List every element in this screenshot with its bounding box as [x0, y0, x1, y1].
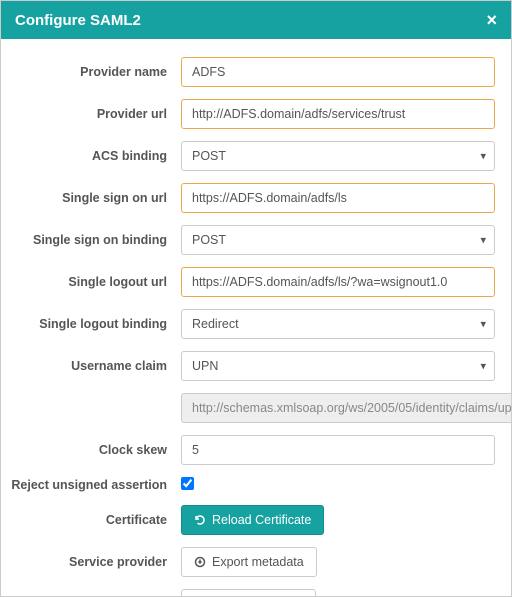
label-acs-binding: ACS binding: [11, 149, 181, 163]
checkbox-reject-unsigned[interactable]: [181, 477, 194, 490]
row-sso-url: Single sign on url: [11, 183, 495, 213]
row-username-claim-uri: http://schemas.xmlsoap.org/ws/2005/05/id…: [11, 393, 495, 423]
input-slo-url[interactable]: [181, 267, 495, 297]
readonly-username-claim-uri: http://schemas.xmlsoap.org/ws/2005/05/id…: [181, 393, 511, 423]
download-icon: [194, 556, 206, 568]
row-slo-binding: Single logout binding Redirect: [11, 309, 495, 339]
label-slo-url: Single logout url: [11, 275, 181, 289]
input-sso-url[interactable]: [181, 183, 495, 213]
label-service-provider: Service provider: [11, 555, 181, 569]
modal-title: Configure SAML2: [15, 12, 141, 29]
row-slo-url: Single logout url: [11, 267, 495, 297]
row-provider-name: Provider name: [11, 57, 495, 87]
modal-body: Provider name Provider url ACS binding P…: [1, 39, 511, 596]
modal-dialog: Configure SAML2 × Provider name Provider…: [0, 0, 512, 597]
input-clock-skew[interactable]: [181, 435, 495, 465]
select-acs-binding[interactable]: POST: [181, 141, 495, 171]
select-sso-binding[interactable]: POST: [181, 225, 495, 255]
label-provider-url: Provider url: [11, 107, 181, 121]
row-reject-unsigned: Reject unsigned assertion: [11, 477, 495, 493]
row-clock-skew: Clock skew: [11, 435, 495, 465]
label-provider-name: Provider name: [11, 65, 181, 79]
row-acs-binding: ACS binding POST: [11, 141, 495, 171]
reload-certificate-button[interactable]: Reload Certificate: [181, 505, 324, 535]
label-reject-unsigned: Reject unsigned assertion: [11, 478, 181, 492]
close-icon[interactable]: ×: [486, 11, 497, 29]
row-provider-url: Provider url: [11, 99, 495, 129]
label-sso-url: Single sign on url: [11, 191, 181, 205]
import-metadata-button[interactable]: Import metadata: [181, 589, 316, 596]
label-sso-binding: Single sign on binding: [11, 233, 181, 247]
row-certificate: Certificate Reload Certificate: [11, 505, 495, 535]
input-provider-url[interactable]: [181, 99, 495, 129]
label-slo-binding: Single logout binding: [11, 317, 181, 331]
input-provider-name[interactable]: [181, 57, 495, 87]
row-sso-binding: Single sign on binding POST: [11, 225, 495, 255]
label-username-claim: Username claim: [11, 359, 181, 373]
row-service-provider: Service provider Export metadata: [11, 547, 495, 577]
label-certificate: Certificate: [11, 513, 181, 527]
label-clock-skew: Clock skew: [11, 443, 181, 457]
modal-header: Configure SAML2 ×: [1, 1, 511, 39]
select-slo-binding[interactable]: Redirect: [181, 309, 495, 339]
select-username-claim[interactable]: UPN: [181, 351, 495, 381]
refresh-icon: [194, 514, 206, 526]
row-username-claim: Username claim UPN: [11, 351, 495, 381]
export-metadata-button[interactable]: Export metadata: [181, 547, 317, 577]
row-identity-provider: Identity provider Import metadata: [11, 589, 495, 596]
